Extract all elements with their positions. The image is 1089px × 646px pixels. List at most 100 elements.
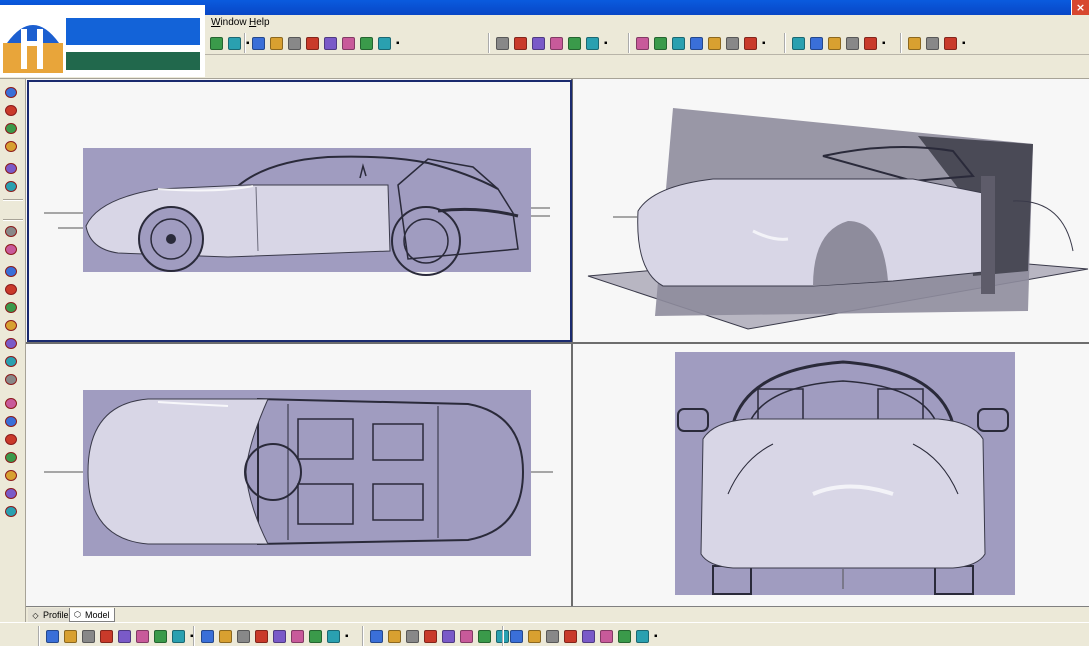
shading-mode-icon[interactable] (307, 628, 323, 644)
render-icon[interactable] (268, 35, 284, 51)
draw-frame-icon[interactable] (208, 35, 224, 51)
revolve-icon[interactable] (5, 356, 19, 368)
cut-x-icon[interactable] (652, 35, 668, 51)
menu-help[interactable]: Help (249, 17, 270, 28)
link-icon[interactable] (706, 35, 722, 51)
edit-sheet-icon[interactable] (512, 35, 528, 51)
pattern-icon[interactable] (5, 284, 19, 296)
wire-icon[interactable] (404, 628, 420, 644)
view-back-icon[interactable] (80, 628, 96, 644)
paste-icon[interactable] (688, 35, 704, 51)
offset-icon[interactable] (5, 244, 19, 256)
capture-icon[interactable] (530, 35, 546, 51)
notes-icon[interactable] (942, 35, 958, 51)
view-top-icon[interactable] (152, 628, 168, 644)
toolbar-overflow-icon[interactable]: ▪ (882, 38, 886, 49)
line-icon[interactable] (5, 87, 19, 99)
rotate-icon[interactable] (271, 628, 287, 644)
spline-icon[interactable] (5, 181, 19, 193)
toolbar-overflow-icon[interactable]: ▪ (654, 631, 658, 642)
menu-window[interactable]: Window (211, 17, 247, 28)
boolean-icon[interactable] (616, 628, 632, 644)
rewind-icon[interactable] (322, 35, 338, 51)
viewport-divider-horizontal[interactable] (26, 342, 1089, 344)
viewport-side[interactable] (28, 81, 571, 342)
material-icon[interactable] (250, 35, 266, 51)
camera-icon[interactable] (566, 35, 582, 51)
mesh-icon[interactable] (826, 35, 842, 51)
blend-icon[interactable] (5, 398, 19, 410)
part-box-icon[interactable] (924, 35, 940, 51)
toolbar-overflow-icon[interactable]: ▪ (604, 38, 608, 49)
section-icon[interactable] (476, 628, 492, 644)
cylinder-icon[interactable] (526, 628, 542, 644)
folder-options-icon[interactable] (862, 35, 878, 51)
plane-icon[interactable] (44, 628, 60, 644)
measure-icon[interactable] (742, 35, 758, 51)
intersect-icon[interactable] (5, 434, 19, 446)
tab-profile[interactable]: ◇ Profile (28, 608, 74, 622)
view-left-icon[interactable] (134, 628, 150, 644)
light-icon[interactable] (304, 35, 320, 51)
viewport-perspective[interactable] (573, 81, 1089, 342)
loft-icon[interactable] (562, 628, 578, 644)
constraint-icon[interactable] (5, 488, 19, 500)
dimension-icon[interactable] (790, 35, 806, 51)
cone-icon[interactable] (580, 628, 596, 644)
multi-view-icon[interactable] (289, 628, 305, 644)
solid-shade-icon[interactable] (368, 628, 384, 644)
fillet-icon[interactable] (5, 302, 19, 314)
preview-icon[interactable] (584, 35, 600, 51)
sketch-icon[interactable] (906, 35, 922, 51)
gallery-icon[interactable] (548, 35, 564, 51)
photo-studio-icon[interactable] (494, 35, 510, 51)
split-icon[interactable] (5, 452, 19, 464)
view-front-icon[interactable] (62, 628, 78, 644)
edge-shade-icon[interactable] (386, 628, 402, 644)
normal-view-icon[interactable] (199, 628, 215, 644)
toolbar-overflow-icon[interactable]: ▪ (762, 38, 766, 49)
viewport-front[interactable] (573, 344, 1089, 606)
cube-icon[interactable] (325, 628, 341, 644)
shading-icon[interactable] (286, 35, 302, 51)
tools-icon[interactable] (808, 35, 824, 51)
trim-icon[interactable] (5, 226, 19, 238)
texture-icon[interactable] (458, 628, 474, 644)
render-shade-icon[interactable] (422, 628, 438, 644)
dimension-sketch-icon[interactable] (5, 506, 19, 518)
toolbar-overflow-icon[interactable]: ▪ (345, 631, 349, 642)
toolbar-overflow-icon[interactable]: ▪ (962, 38, 966, 49)
extrude-icon[interactable] (5, 338, 19, 350)
snap-icon[interactable] (724, 35, 740, 51)
copy-icon[interactable] (670, 35, 686, 51)
zoom-icon[interactable] (235, 628, 251, 644)
delete-x-icon[interactable] (634, 35, 650, 51)
polygon-icon[interactable] (5, 141, 19, 153)
viewport-top[interactable] (28, 344, 571, 606)
toolbar-overflow-icon[interactable]: ▪ (396, 38, 400, 49)
circle-icon[interactable] (5, 105, 19, 117)
tab-model[interactable]: ⬡ Model (69, 608, 115, 622)
lock-icon[interactable] (634, 628, 650, 644)
torus-icon[interactable] (598, 628, 614, 644)
options-icon[interactable] (376, 35, 392, 51)
mirror-icon[interactable] (5, 266, 19, 278)
sweep-icon[interactable] (544, 628, 560, 644)
project-icon[interactable] (5, 416, 19, 428)
sweep-curve-icon[interactable] (5, 374, 19, 386)
grid-tool-icon[interactable] (226, 35, 242, 51)
arc-icon[interactable] (5, 163, 19, 175)
play-icon[interactable] (358, 35, 374, 51)
view-iso-icon[interactable] (98, 628, 114, 644)
window-close-button[interactable]: × (1071, 0, 1089, 15)
chamfer-icon[interactable] (5, 320, 19, 332)
pan-icon[interactable] (253, 628, 269, 644)
join-icon[interactable] (5, 470, 19, 482)
rectangle-icon[interactable] (5, 123, 19, 135)
box-primitive-icon[interactable] (508, 628, 524, 644)
material-shade-icon[interactable] (440, 628, 456, 644)
catalog-icon[interactable] (844, 35, 860, 51)
view-right-icon[interactable] (116, 628, 132, 644)
fit-all-icon[interactable] (217, 628, 233, 644)
fast-back-icon[interactable] (340, 35, 356, 51)
